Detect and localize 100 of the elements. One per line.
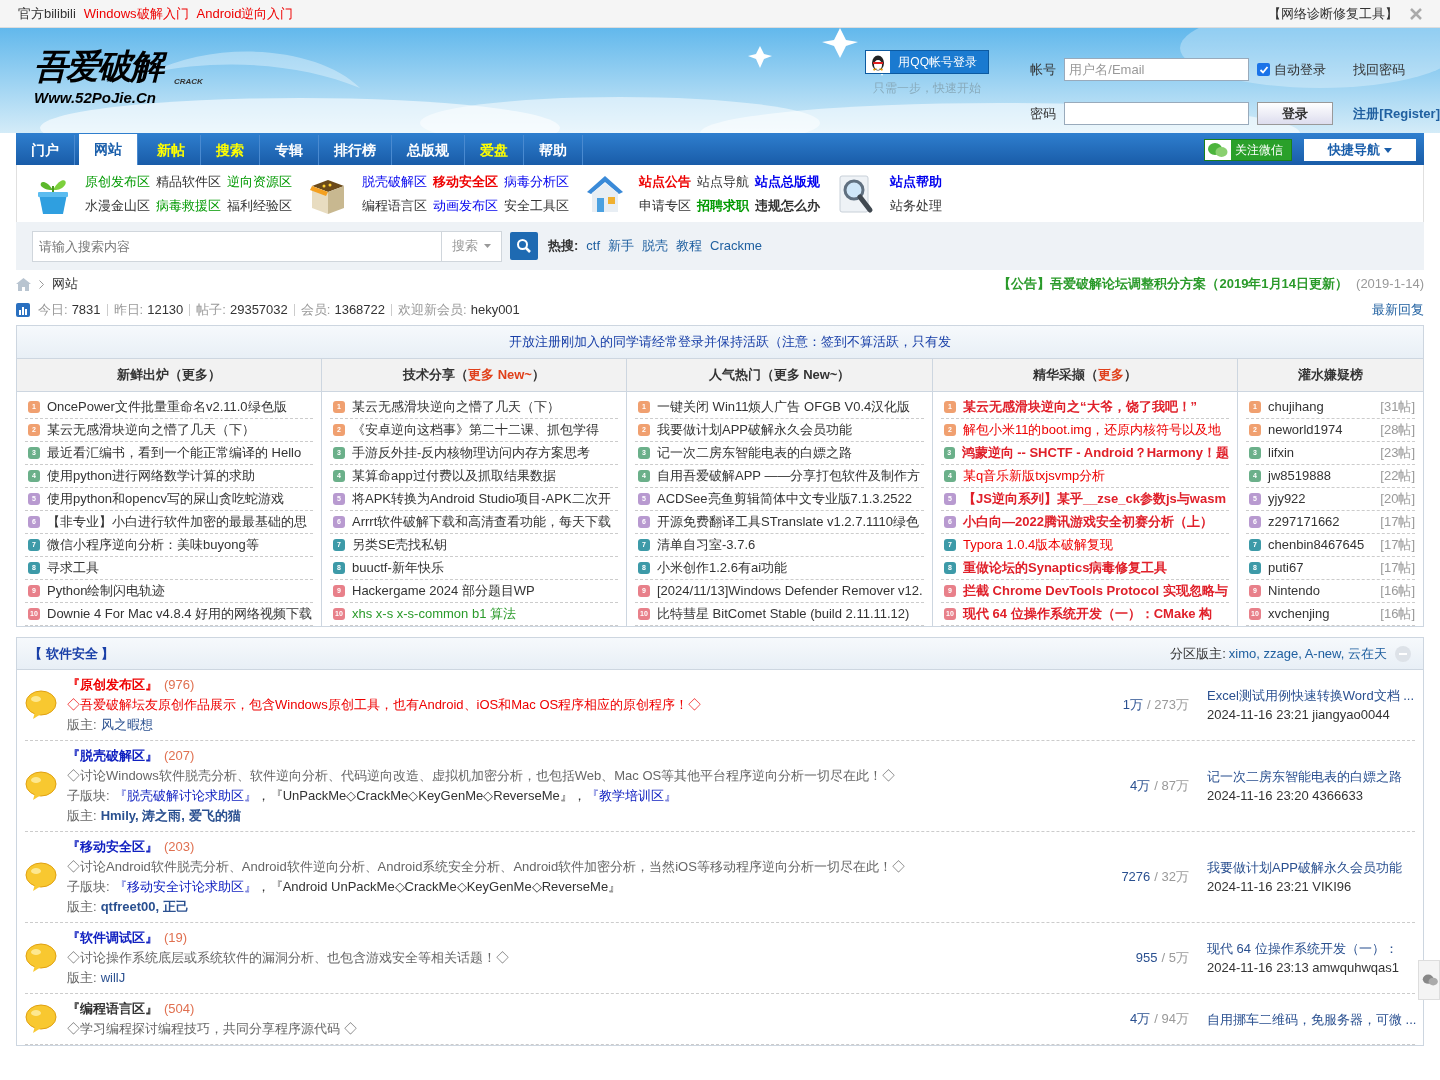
thread-link[interactable]: 现代 64 位操作系统开发（一）：CMake 构 bbox=[963, 604, 1213, 624]
hot-search-link[interactable]: 新手 bbox=[608, 236, 635, 256]
hot-search-link[interactable]: ctf bbox=[586, 236, 601, 256]
hot-search-link[interactable]: 脱壳 bbox=[642, 236, 669, 256]
thread-link[interactable]: 开源免费翻译工具STranslate v1.2.7.1110绿色 bbox=[657, 512, 919, 532]
thread-link[interactable]: 小米创作1.2.6有ai功能 bbox=[657, 558, 788, 578]
forum-link[interactable]: 逆向资源区 bbox=[227, 172, 292, 192]
thread-link[interactable]: [2024/11/13]Windows Defender Remover v12. bbox=[657, 581, 923, 601]
moderators-links[interactable]: Hmily, 涛之雨, 爱飞的猫 bbox=[100, 807, 241, 825]
user-link[interactable]: z297171662 bbox=[1268, 512, 1340, 532]
thread-link[interactable]: 重做论坛的Synaptics病毒修复工具 bbox=[963, 558, 1168, 578]
more-link[interactable]: 更多 bbox=[1098, 365, 1124, 385]
more-link[interactable]: 更多 New~ bbox=[773, 365, 838, 385]
latest-replies-link[interactable]: 最新回复 bbox=[1372, 300, 1424, 320]
subforum-link[interactable]: 『教学培训区』 bbox=[585, 787, 677, 805]
more-link[interactable]: 更多 bbox=[182, 365, 208, 385]
notice-link[interactable]: 【公告】吾爱破解论坛调整积分方案（2019年1月14日更新） bbox=[998, 274, 1349, 294]
thread-link[interactable]: 小白向—2022腾讯游戏安全初赛分析（上） bbox=[963, 512, 1213, 532]
thread-link[interactable]: 使用python进行网络数学计算的求助 bbox=[47, 466, 256, 486]
home-icon[interactable] bbox=[16, 277, 31, 291]
auto-login-checkbox[interactable] bbox=[1257, 63, 1271, 76]
thread-link[interactable]: 将APK转换为Android Studio项目-APK二次开 bbox=[352, 489, 611, 509]
forum-title[interactable]: 『移动安全区』 bbox=[67, 838, 158, 856]
login-button[interactable]: 登录 bbox=[1257, 102, 1334, 125]
more-link[interactable]: 更多 New~ bbox=[468, 365, 532, 385]
user-link[interactable]: Nintendo bbox=[1268, 581, 1321, 601]
search-button[interactable] bbox=[510, 232, 538, 260]
forum-link[interactable]: 站务处理 bbox=[890, 195, 942, 215]
thread-link[interactable]: 寻求工具 bbox=[47, 558, 99, 578]
last-post-link[interactable]: 我要做计划APP破解永久会员功能 bbox=[1207, 858, 1415, 877]
thread-link[interactable]: 【非专业】小白进行软件加密的最最基础的思 bbox=[47, 512, 307, 532]
thread-link[interactable]: 使用python和opencv写的屎山贪吃蛇游戏 bbox=[47, 489, 284, 509]
announcement-link[interactable]: 开放注册刚加入的同学请经常登录并保持活跃（注意：签到不算活跃，只有发 bbox=[509, 332, 951, 352]
thread-link[interactable]: 某算命app过付费以及抓取结果数据 bbox=[352, 466, 556, 486]
forum-title[interactable]: 『原创发布区』 bbox=[67, 676, 158, 694]
thread-link[interactable]: 最近看汇编书，看到一个能正常编译的 Hello bbox=[47, 443, 302, 463]
forum-link[interactable]: 病毒救援区 bbox=[156, 195, 221, 215]
thread-link[interactable]: 微信小程序逆向分析：美味buyong等 bbox=[47, 535, 259, 555]
thread-link[interactable]: 比特彗星 BitComet Stable (build 2.11.11.12) bbox=[657, 604, 910, 624]
forgot-password-link[interactable]: 找回密码 bbox=[1353, 59, 1440, 80]
user-link[interactable]: lifxin bbox=[1268, 443, 1294, 463]
forum-link[interactable]: 原创发布区 bbox=[85, 172, 150, 192]
thread-link[interactable]: 自用吾爱破解APP ——分享打包软件及制作方 bbox=[657, 466, 921, 486]
subforum-link[interactable]: 『移动安全讨论求助区』 bbox=[113, 878, 257, 896]
top-link[interactable]: Windows破解入门 bbox=[83, 3, 189, 24]
thread-link[interactable]: 《安卓逆向这档事》第二十二课、抓包学得 bbox=[352, 420, 599, 440]
forum-link[interactable]: 动画发布区 bbox=[433, 195, 498, 215]
thread-link[interactable]: 鸿蒙逆向 -- SHCTF - Android？Harmony！题 bbox=[961, 443, 1229, 463]
forum-link[interactable]: 站点总版规 bbox=[755, 172, 820, 192]
forum-link[interactable]: 编程语言区 bbox=[362, 195, 427, 215]
password-field[interactable] bbox=[1064, 102, 1250, 125]
forum-title[interactable]: 『编程语言区』 bbox=[67, 1000, 158, 1018]
auto-login-label[interactable]: 自动登录 bbox=[1274, 59, 1327, 80]
thread-link[interactable]: 某q音乐新版txjsvmp分析 bbox=[963, 466, 1106, 486]
forum-link[interactable]: 移动安全区 bbox=[433, 172, 498, 192]
user-link[interactable]: yjy922 bbox=[1268, 489, 1306, 509]
search-field[interactable]: 请输入搜索内容 bbox=[32, 230, 442, 262]
thread-link[interactable]: buuctf-新年快乐 bbox=[352, 558, 444, 578]
thread-link[interactable]: 【JS逆向系列】某乎__zse_ck参数js与wasm bbox=[963, 489, 1226, 509]
thread-link[interactable]: 我要做计划APP破解永久会员功能 bbox=[657, 420, 852, 440]
forum-link[interactable]: 站点公告 bbox=[639, 172, 691, 192]
thread-link[interactable]: Typora 1.0.4版本破解复现 bbox=[963, 535, 1114, 555]
forum-title[interactable]: 『软件调试区』 bbox=[67, 929, 158, 947]
user-link[interactable]: jw8519888 bbox=[1268, 466, 1331, 486]
register-link[interactable]: 注册[Register] bbox=[1353, 103, 1440, 124]
last-post-link[interactable]: Excel测试用例快速转换Word文档 ... bbox=[1207, 686, 1415, 705]
forum-title[interactable]: 『脱壳破解区』 bbox=[67, 747, 158, 765]
subforum-link[interactable]: 『脱壳破解讨论求助区』 bbox=[113, 787, 257, 805]
forum-link[interactable]: 福利经验区 bbox=[227, 195, 292, 215]
moderators-links[interactable]: qtfreet00, 正己 bbox=[100, 898, 189, 916]
forum-link[interactable]: 招聘求职 bbox=[697, 195, 749, 215]
forum-link[interactable]: 水漫金山区 bbox=[85, 195, 150, 215]
last-post-link[interactable]: 自用挪车二维码，免服务器，可微 ... bbox=[1207, 1009, 1415, 1029]
thread-link[interactable]: 记一次二房东智能电表的白嫖之路 bbox=[657, 443, 852, 463]
section-title[interactable]: 【 软件安全 】 bbox=[29, 643, 115, 664]
user-link[interactable]: neworld1974 bbox=[1268, 420, 1343, 440]
network-tool-link[interactable]: 【网络诊断修复工具】 bbox=[1268, 3, 1398, 24]
thread-link[interactable]: OncePower文件批量重命名v2.11.0绿色版 bbox=[47, 397, 287, 417]
account-field[interactable]: 用户名/Email bbox=[1064, 58, 1250, 81]
user-link[interactable]: chujihang bbox=[1268, 397, 1324, 417]
forum-link[interactable]: 申请专区 bbox=[639, 195, 691, 215]
last-post-link[interactable]: 记一次二房东智能电表的白嫖之路 bbox=[1207, 767, 1415, 786]
thread-link[interactable]: 另类SE壳找私钥 bbox=[352, 535, 448, 555]
thread-link[interactable]: 某云无感滑块逆向之“大爷，饶了我吧！” bbox=[963, 397, 1197, 417]
forum-link[interactable]: 安全工具区 bbox=[504, 195, 569, 215]
forum-link[interactable]: 站点导航 bbox=[697, 172, 749, 192]
thread-link[interactable]: 拦截 Chrome DevTools Protocol 实现忽略与 bbox=[963, 581, 1228, 601]
thread-link[interactable]: 某云无感滑块逆向之懵了几天（下） bbox=[352, 397, 560, 417]
qq-login-button[interactable]: 用QQ帐号登录 bbox=[865, 50, 990, 74]
forum-link[interactable]: 精品软件区 bbox=[156, 172, 221, 192]
moderators-links[interactable]: ximo, zzage, A-new, 云在天 bbox=[1228, 643, 1387, 664]
logo-title[interactable]: 吾爱破解 bbox=[34, 44, 170, 88]
user-link[interactable]: chenbin8467645 bbox=[1268, 535, 1365, 555]
moderators-links[interactable]: willJ bbox=[100, 969, 126, 987]
thread-link[interactable]: 清单自习室-3.7.6 bbox=[657, 535, 756, 555]
thread-link[interactable]: ACDSee亮鱼剪辑简体中文专业版7.1.3.2522 bbox=[657, 489, 913, 509]
thread-link[interactable]: Python绘制闪电轨迹 bbox=[47, 581, 166, 601]
last-post-link[interactable]: 现代 64 位操作系统开发（一）： bbox=[1207, 939, 1415, 958]
thread-link[interactable]: 解包小米11的boot.img，还原内核符号以及地 bbox=[963, 420, 1222, 440]
wechat-share-button[interactable] bbox=[1418, 960, 1440, 1000]
